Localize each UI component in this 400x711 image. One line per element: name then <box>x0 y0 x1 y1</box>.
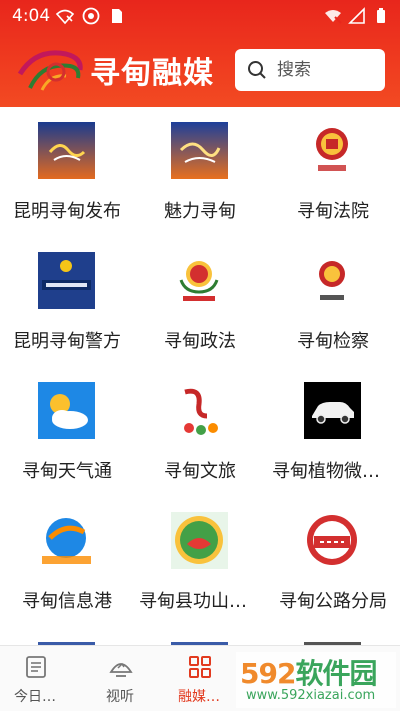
xundian-release-logo-icon <box>38 122 95 179</box>
grid-item-xundian-procuratorate[interactable]: 寻甸检察 <box>266 237 400 367</box>
grid-item-label: 昆明寻甸发布 <box>13 201 121 222</box>
grid-item-xundian-info-port[interactable]: 寻甸信息港 <box>0 497 134 627</box>
grid-item-label: 寻甸天气通 <box>22 461 112 482</box>
signal-icon <box>348 7 365 24</box>
culture-tourism-logo-icon <box>171 382 228 439</box>
tv-icon <box>109 662 133 677</box>
grid-item-label: 寻甸植物微景… <box>272 461 398 482</box>
politics-law-emblem-icon <box>171 252 228 309</box>
grid-item-label: 魅力寻甸 <box>164 201 236 222</box>
grid-item-xundian-court[interactable]: 寻甸法院 <box>266 107 400 237</box>
grid-item-kunming-xundian-release[interactable]: 昆明寻甸发布 <box>0 107 134 237</box>
grid-item-xundian-highway-bureau[interactable]: 寻甸公路分局 <box>266 497 400 627</box>
grid-item-label: 寻甸信息港 <box>22 591 112 612</box>
wifi-off-icon <box>325 10 342 24</box>
gongshan-town-logo-icon <box>171 512 228 569</box>
brand-title: 寻甸融媒 <box>90 56 214 91</box>
grid-item-xundian-gongshan-town[interactable]: 寻甸县功山镇… <box>133 497 267 627</box>
nav-label: 视听 <box>106 689 134 705</box>
nav-label: 今日… <box>14 689 56 705</box>
nav-item-rongmei[interactable]: 融媒… <box>164 646 234 711</box>
nav-item-today[interactable]: 今日… <box>0 646 70 711</box>
grid-item-xundian-plant-landscape[interactable]: 寻甸植物微景… <box>266 367 400 497</box>
police-logo-icon <box>38 252 95 309</box>
grid-item-label: 寻甸县功山镇… <box>139 591 265 612</box>
grid-item-kunming-xundian-police[interactable]: 昆明寻甸警方 <box>0 237 134 367</box>
grid-item-xundian-politics-law[interactable]: 寻甸政法 <box>133 237 267 367</box>
grid-item-label: 寻甸政法 <box>164 331 236 352</box>
grid-item-xundian-weather[interactable]: 寻甸天气通 <box>0 367 134 497</box>
court-emblem-icon <box>304 122 361 179</box>
brand-logo-icon <box>17 50 83 91</box>
charm-xundian-logo-icon <box>171 122 228 179</box>
dnd-icon <box>82 7 100 25</box>
grid-item-label: 寻甸检察 <box>297 331 369 352</box>
watermark-logo: 592软件园 <box>240 657 377 690</box>
search-icon <box>248 61 266 79</box>
grid-item-charm-xundian[interactable]: 魅力寻甸 <box>133 107 267 237</box>
battery-icon <box>377 8 385 23</box>
status-time: 4:04 <box>12 6 51 26</box>
grid-icon <box>189 656 211 678</box>
info-port-logo-icon <box>38 512 95 569</box>
watermark: 592软件园 www.592xiazai.com <box>236 652 396 708</box>
search-box[interactable] <box>235 49 385 91</box>
car-icon <box>304 382 361 439</box>
app-grid: 昆明寻甸发布 魅力寻甸 寻甸法院 昆明寻甸警方 寻甸政法 寻甸检察 寻甸天气通 … <box>0 107 400 645</box>
search-input[interactable] <box>277 60 377 80</box>
highway-bureau-logo-icon <box>304 512 361 569</box>
nav-label: 融媒… <box>178 689 220 705</box>
grid-item-xundian-culture-tourism[interactable]: 寻甸文旅 <box>133 367 267 497</box>
nav-item-audiovisual[interactable]: 视听 <box>85 646 155 711</box>
sim-card-icon <box>112 9 122 23</box>
grid-item-label: 寻甸文旅 <box>164 461 236 482</box>
wifi-icon <box>56 9 74 25</box>
news-icon <box>26 656 46 678</box>
grid-item-label: 寻甸法院 <box>297 201 369 222</box>
grid-item-label: 寻甸公路分局 <box>279 591 387 612</box>
app-header: 4:04 寻甸融媒 <box>0 0 400 107</box>
status-bar: 4:04 <box>0 0 400 34</box>
watermark-url: www.592xiazai.com <box>246 688 376 703</box>
grid-item-label: 昆明寻甸警方 <box>13 331 121 352</box>
weather-icon <box>38 382 95 439</box>
procuratorate-emblem-icon <box>304 252 361 309</box>
